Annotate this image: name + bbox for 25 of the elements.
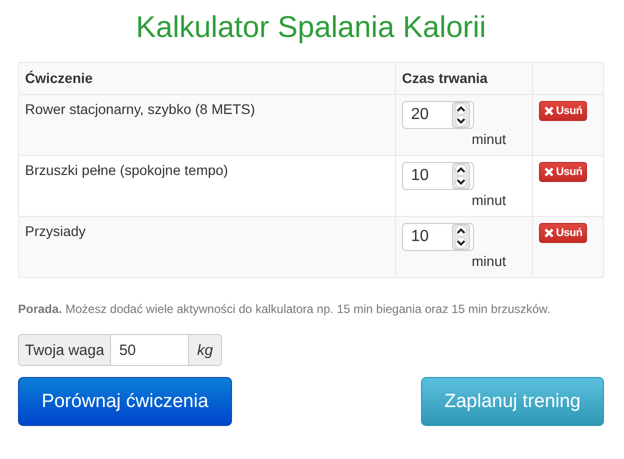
exercise-name: Przysiady — [25, 223, 86, 239]
exercise-name: Rower stacjonarny, szybko (8 METS) — [25, 101, 256, 117]
stepper-icon[interactable] — [452, 163, 470, 189]
duration-field[interactable]: 20 — [402, 101, 474, 129]
tip-text: Porada. Możesz dodać wiele aktywności do kalkulatora np. 15 min biegania oraz 15 min brzuszków. — [18, 302, 552, 316]
unit-label: minut — [470, 131, 507, 147]
compare-button[interactable]: Porównaj ćwiczenia — [18, 377, 232, 426]
column-header: Czas trwania — [396, 62, 532, 94]
close-icon — [544, 228, 554, 238]
remove-button[interactable]: Usuń — [539, 101, 588, 121]
close-icon — [544, 106, 554, 116]
unit-label: minut — [470, 253, 507, 269]
unit-label: minut — [470, 192, 507, 208]
page-title: Kalkulator Spalania Kalorii — [134, 10, 488, 46]
exercise-name: Brzuszki pełne (spokojne tempo) — [25, 162, 228, 178]
column-header: Ćwiczenie — [18, 62, 396, 94]
duration-field[interactable]: 10 — [402, 223, 474, 251]
weight-unit: kg — [188, 335, 221, 365]
remove-button[interactable]: Usuń — [539, 162, 588, 182]
close-icon — [544, 167, 554, 177]
remove-button[interactable]: Usuń — [539, 223, 588, 243]
stepper-icon[interactable] — [452, 102, 470, 128]
stepper-icon[interactable] — [452, 224, 470, 250]
weight-label: Twoja waga — [19, 335, 110, 365]
duration-field[interactable]: 10 — [402, 162, 474, 190]
